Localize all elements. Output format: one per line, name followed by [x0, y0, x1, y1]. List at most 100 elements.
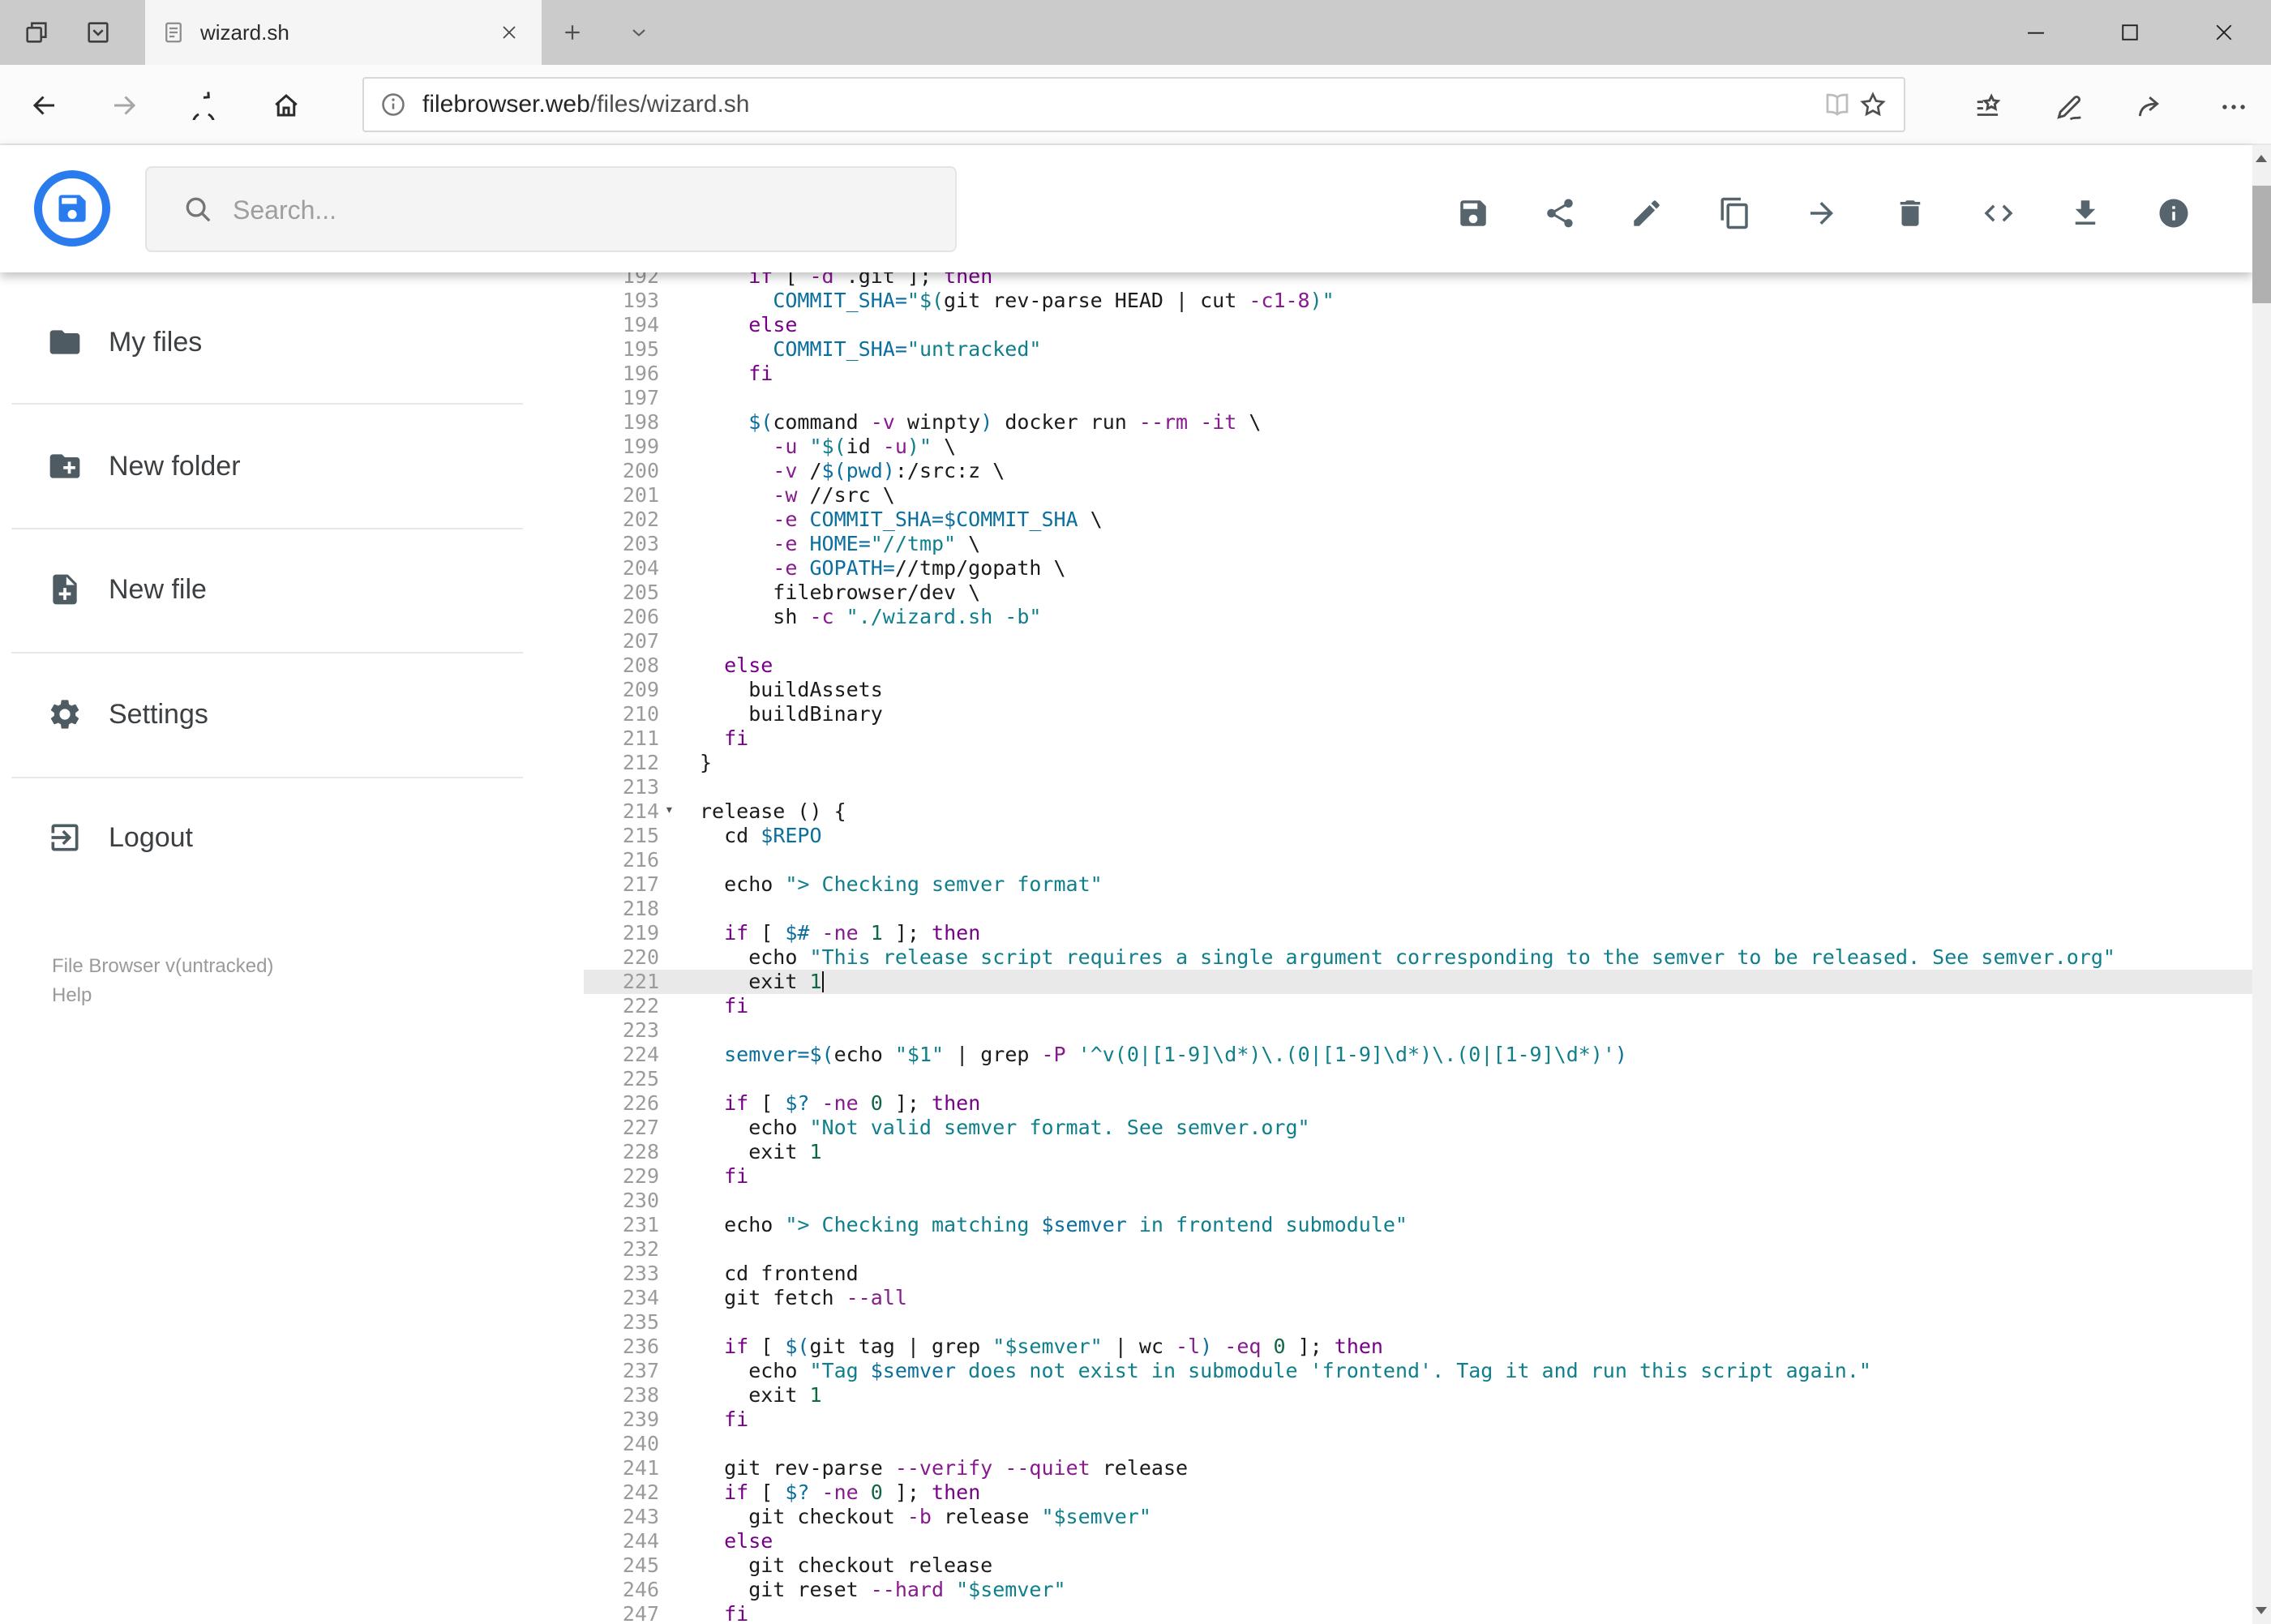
sidebar-item-settings[interactable]: Settings — [0, 682, 568, 747]
address-bar[interactable]: filebrowser.web/files/wizard.sh — [362, 77, 1905, 132]
home-button[interactable] — [271, 90, 302, 121]
code-line[interactable]: 244 else — [584, 1529, 2252, 1553]
fold-marker-icon[interactable]: ▾ — [665, 798, 674, 822]
sidebar-item-logout[interactable]: Logout — [0, 805, 568, 870]
code-line[interactable]: 194 else — [584, 313, 2252, 337]
app-logo[interactable] — [33, 169, 111, 247]
code-line[interactable]: 215 cd $REPO — [584, 824, 2252, 848]
hub-button[interactable] — [1971, 89, 2007, 125]
delete-button[interactable] — [1886, 189, 1935, 238]
set-tabs-aside-button[interactable] — [70, 0, 126, 65]
minimize-button[interactable] — [1989, 0, 2083, 65]
new-tab-button[interactable] — [548, 0, 597, 65]
code-line[interactable]: 230 — [584, 1189, 2252, 1213]
sidebar-item-new-folder[interactable]: New folder — [0, 434, 568, 499]
rename-button[interactable] — [1622, 189, 1671, 238]
sidebar-item-new-file[interactable]: New file — [0, 557, 568, 622]
page-scrollbar[interactable] — [2252, 145, 2271, 1624]
close-button[interactable] — [2177, 0, 2271, 65]
sidebar-item-my-files[interactable]: My files — [0, 310, 568, 375]
code-line[interactable]: 245 git checkout release — [584, 1553, 2252, 1578]
code-line[interactable]: 208 else — [584, 653, 2252, 678]
code-line[interactable]: 238 exit 1 — [584, 1383, 2252, 1408]
web-note-button[interactable] — [2051, 89, 2087, 125]
code-line[interactable]: 241 git rev-parse --verify --quiet relea… — [584, 1456, 2252, 1480]
code-line[interactable]: 204 -e GOPATH=//tmp/gopath \ — [584, 556, 2252, 581]
add-favorite-button[interactable] — [1855, 87, 1891, 122]
code-line[interactable]: 209 buildAssets — [584, 678, 2252, 702]
code-line[interactable]: 197 — [584, 386, 2252, 410]
code-line[interactable]: 222 fi — [584, 994, 2252, 1018]
info-button[interactable] — [2149, 189, 2198, 238]
code-line[interactable]: 219 if [ $# -ne 1 ]; then — [584, 921, 2252, 945]
more-options-button[interactable] — [2216, 89, 2252, 125]
code-line[interactable]: 234 git fetch --all — [584, 1286, 2252, 1310]
code-line[interactable]: 213 — [584, 775, 2252, 799]
code-line[interactable]: 210 buildBinary — [584, 702, 2252, 726]
tab-strip-chevron-button[interactable] — [613, 0, 665, 65]
code-line[interactable]: 207 — [584, 629, 2252, 653]
code-line[interactable]: 195 COMMIT_SHA="untracked" — [584, 337, 2252, 362]
browser-tab[interactable]: wizard.sh — [145, 0, 542, 65]
refresh-button[interactable] — [188, 90, 219, 121]
code-line[interactable]: 246 git reset --hard "$semver" — [584, 1578, 2252, 1602]
search-box[interactable] — [145, 166, 957, 252]
tab-close-icon[interactable] — [493, 16, 525, 49]
code-line[interactable]: 198 $(command -v winpty) docker run --rm… — [584, 410, 2252, 435]
code-line[interactable]: 239 fi — [584, 1408, 2252, 1432]
code-line[interactable]: 233 cd frontend — [584, 1262, 2252, 1286]
code-line[interactable]: 199 -u "$(id -u)" \ — [584, 435, 2252, 459]
code-line[interactable]: 232 — [584, 1237, 2252, 1262]
code-line[interactable]: 202 -e COMMIT_SHA=$COMMIT_SHA \ — [584, 508, 2252, 532]
code-line[interactable]: 201 -w //src \ — [584, 483, 2252, 508]
code-line[interactable]: 226 if [ $? -ne 0 ]; then — [584, 1091, 2252, 1116]
code-line[interactable]: 224 semver=$(echo "$1" | grep -P '^v(0|[… — [584, 1043, 2252, 1067]
code-line[interactable]: 228 exit 1 — [584, 1140, 2252, 1164]
code-line[interactable]: 203 -e HOME="//tmp" \ — [584, 532, 2252, 556]
help-link[interactable]: Help — [52, 984, 92, 1007]
code-line[interactable]: 211 fi — [584, 726, 2252, 751]
code-line[interactable]: 200 -v /$(pwd):/src:z \ — [584, 459, 2252, 483]
code-line[interactable]: 221 exit 1 — [584, 970, 2252, 994]
forward-button[interactable] — [109, 90, 139, 121]
copy-button[interactable] — [1711, 189, 1759, 238]
share-button[interactable] — [1536, 189, 1584, 238]
code-line[interactable]: 192 if [ -d .git ]; then — [584, 272, 2252, 289]
code-line[interactable]: 236 if [ $(git tag | grep "$semver" | wc… — [584, 1335, 2252, 1359]
code-line[interactable]: 242 if [ $? -ne 0 ]; then — [584, 1480, 2252, 1505]
switch-view-button[interactable] — [1974, 189, 2023, 238]
code-line[interactable]: 206 sh -c "./wizard.sh -b" — [584, 605, 2252, 629]
code-line[interactable]: 225 — [584, 1067, 2252, 1091]
url-text[interactable]: filebrowser.web/files/wizard.sh — [422, 91, 750, 118]
code-line[interactable]: 193 COMMIT_SHA="$(git rev-parse HEAD | c… — [584, 289, 2252, 313]
code-line[interactable]: 243 git checkout -b release "$semver" — [584, 1505, 2252, 1529]
code-line[interactable]: 227 echo "Not valid semver format. See s… — [584, 1116, 2252, 1140]
code-line[interactable]: 223 — [584, 1018, 2252, 1043]
search-input[interactable] — [231, 168, 932, 252]
scroll-up-arrow-icon[interactable] — [2256, 155, 2267, 162]
code-line[interactable]: 212} — [584, 751, 2252, 775]
code-editor[interactable]: 192 if [ -d .git ]; then 193 COMMIT_SHA="… — [584, 272, 2252, 1624]
code-line[interactable]: 235 — [584, 1310, 2252, 1335]
back-button[interactable] — [29, 90, 60, 121]
download-button[interactable] — [2061, 189, 2110, 238]
code-line[interactable]: 231 echo "> Checking matching $semver in… — [584, 1213, 2252, 1237]
code-line[interactable]: 220 echo "This release script requires a… — [584, 945, 2252, 970]
share-page-button[interactable] — [2132, 89, 2168, 125]
code-line[interactable]: 216 — [584, 848, 2252, 872]
reading-view-button[interactable] — [1819, 87, 1855, 122]
site-info-icon[interactable] — [375, 87, 411, 122]
code-line[interactable]: 196 fi — [584, 362, 2252, 386]
code-line[interactable]: 218 — [584, 897, 2252, 921]
code-line[interactable]: 214 ▾ release () { — [584, 799, 2252, 824]
code-line[interactable]: 247 fi — [584, 1602, 2252, 1624]
show-tabs-aside-button[interactable] — [8, 0, 65, 65]
code-line[interactable]: 229 fi — [584, 1164, 2252, 1189]
code-line[interactable]: 217 echo "> Checking semver format" — [584, 872, 2252, 897]
code-line[interactable]: 237 echo "Tag $semver does not exist in … — [584, 1359, 2252, 1383]
scrollbar-thumb[interactable] — [2252, 186, 2271, 303]
save-button[interactable] — [1449, 189, 1498, 238]
move-button[interactable] — [1798, 189, 1846, 238]
scroll-down-arrow-icon[interactable] — [2256, 1607, 2267, 1614]
maximize-button[interactable] — [2083, 0, 2177, 65]
